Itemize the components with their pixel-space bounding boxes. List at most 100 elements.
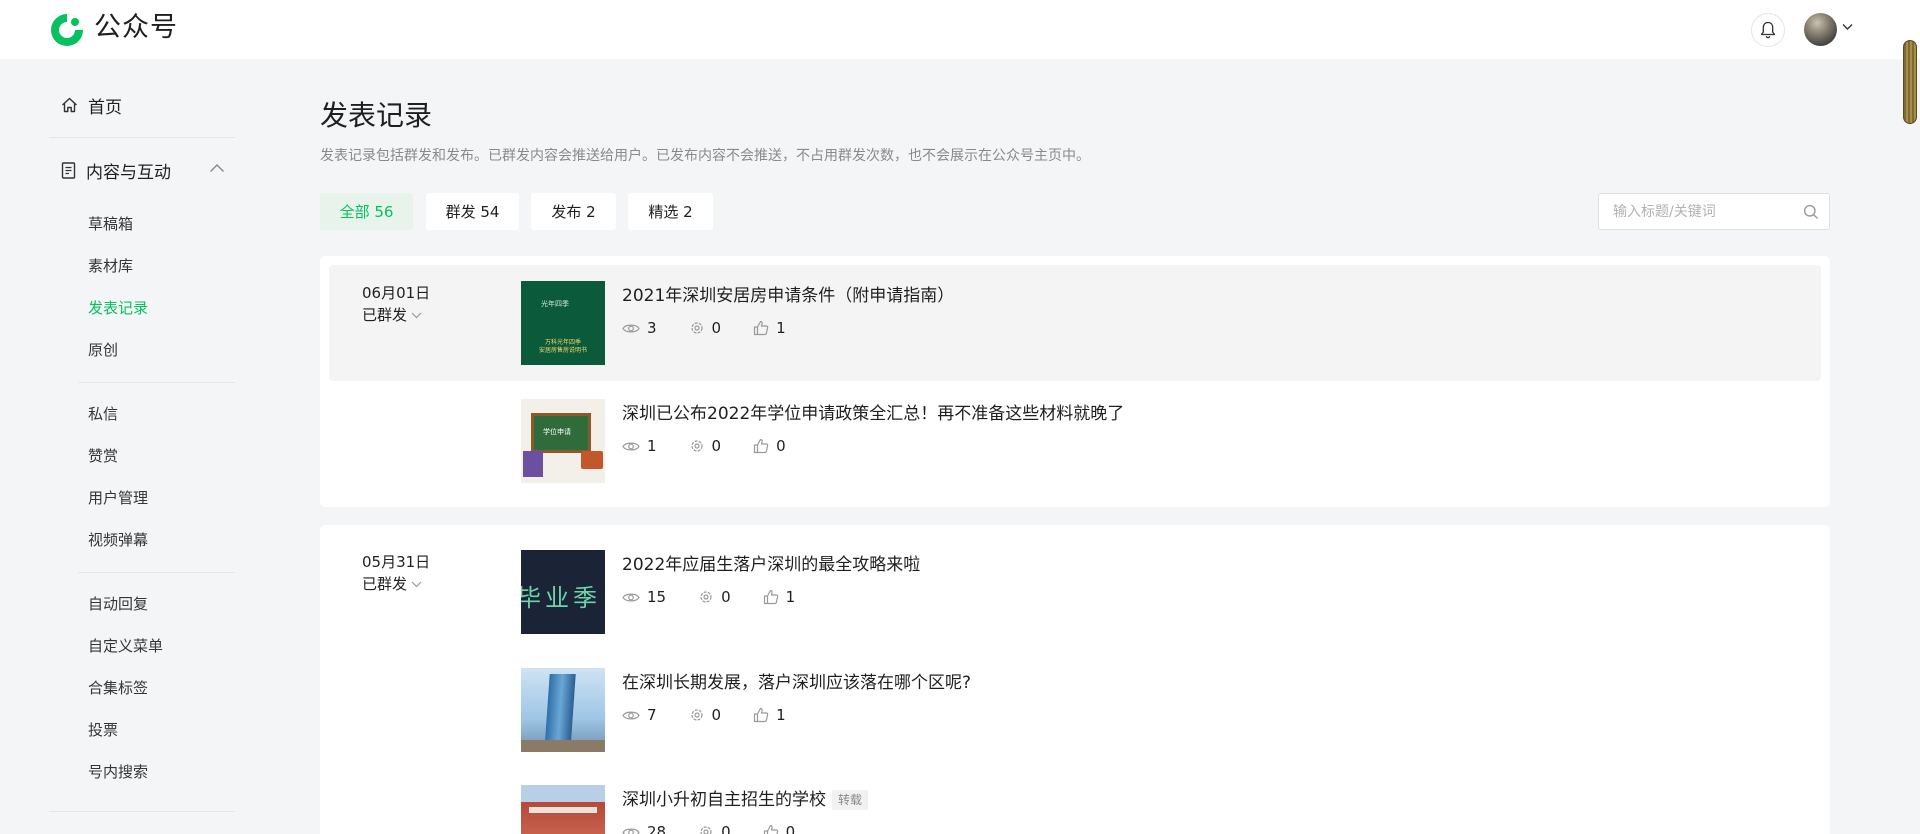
thumbs-up-icon xyxy=(763,589,778,605)
date-block: 06月01日 已群发 xyxy=(362,282,430,326)
chevron-down-icon xyxy=(411,312,422,318)
sidebar-item-custom-menu[interactable]: 自定义菜单 xyxy=(88,631,163,661)
divider xyxy=(78,382,235,383)
thumbs-up-icon xyxy=(753,438,769,454)
views-stat: 7 xyxy=(622,706,657,724)
article-item[interactable]: 光年四季 万科光年四季 安居房售房说明书 2021年深圳安居房申请条件（附申请指… xyxy=(521,281,1721,365)
eye-icon xyxy=(622,711,640,719)
views-stat: 28 xyxy=(622,823,666,834)
top-header: 公众号 xyxy=(0,0,1920,59)
document-icon xyxy=(61,161,76,179)
shares-stat: 0 xyxy=(698,588,731,606)
sidebar-item-rewards[interactable]: 赞赏 xyxy=(88,441,118,471)
sidebar-item-collection-tags[interactable]: 合集标签 xyxy=(88,673,148,703)
eye-icon xyxy=(622,593,640,601)
eye-icon xyxy=(622,442,640,450)
shares-stat: 0 xyxy=(689,319,721,337)
article-stats: 7 0 1 xyxy=(622,706,818,724)
article-item[interactable]: 深圳小升初自主招生的学校 转载 28 0 0 xyxy=(521,785,1721,834)
article-item[interactable]: 在深圳长期发展，落户深圳应该落在哪个区呢? 7 0 1 xyxy=(521,668,1721,752)
thumbs-up-icon xyxy=(763,824,778,834)
page-title: 发表记录 xyxy=(320,99,433,132)
brand-title[interactable]: 公众号 xyxy=(94,10,178,46)
publish-status: 已群发 xyxy=(362,575,408,593)
sidebar-group-label: 内容与互动 xyxy=(86,162,171,183)
likes-stat: 1 xyxy=(753,706,786,724)
article-thumbnail[interactable]: 学位申请 xyxy=(521,399,605,483)
publish-group-card: 06月01日 已群发 光年四季 万科光年四季 安居房售房说明书 2021年深圳安… xyxy=(320,256,1830,507)
wechat-logo-icon[interactable] xyxy=(49,12,85,48)
sidebar-group-content[interactable]: 内容与互动 xyxy=(49,152,235,188)
tab-all[interactable]: 全部 56 xyxy=(320,193,413,230)
sidebar-item-auto-reply[interactable]: 自动回复 xyxy=(88,589,148,619)
tab-publish[interactable]: 发布 2 xyxy=(531,193,616,230)
sidebar-item-messages[interactable]: 私信 xyxy=(88,399,118,429)
shares-stat: 0 xyxy=(689,437,721,455)
chevron-down-icon[interactable] xyxy=(1842,23,1853,31)
thumbs-up-icon xyxy=(753,320,769,336)
tab-mass-send[interactable]: 群发 54 xyxy=(426,193,519,230)
chevron-up-icon[interactable] xyxy=(209,163,225,173)
share-icon xyxy=(700,591,712,603)
shares-stat: 0 xyxy=(689,706,721,724)
article-thumbnail[interactable] xyxy=(521,785,605,834)
sidebar-item-vote[interactable]: 投票 xyxy=(88,715,118,745)
share-icon xyxy=(690,709,703,721)
date-block: 05月31日 已群发 xyxy=(362,551,430,595)
article-title[interactable]: 深圳小升初自主招生的学校 转载 xyxy=(622,787,869,813)
repost-tag: 转载 xyxy=(832,790,869,810)
article-item[interactable]: 学位申请 深圳已公布2022年学位申请政策全汇总！再不准备这些材料就晚了 1 0… xyxy=(521,399,1721,483)
sidebar-item-label: 首页 xyxy=(88,97,122,118)
thumbs-up-icon xyxy=(753,707,769,723)
eye-icon xyxy=(622,324,640,332)
divider xyxy=(49,811,235,812)
sidebar-item-video-danmaku[interactable]: 视频弹幕 xyxy=(88,525,148,555)
sidebar-item-materials[interactable]: 素材库 xyxy=(88,251,133,281)
article-title[interactable]: 2021年深圳安居房申请条件（附申请指南） xyxy=(622,283,954,309)
thumbnail-caption: 毕业季 xyxy=(521,584,601,612)
likes-stat: 0 xyxy=(753,437,786,455)
status-dropdown[interactable]: 已群发 xyxy=(362,573,430,595)
search-box xyxy=(1598,193,1830,230)
views-stat: 1 xyxy=(622,437,657,455)
sidebar: 首页 内容与互动 草稿箱 素材库 发表记录 原创 私信 赞赏 用户管理 视频弹幕… xyxy=(49,59,235,834)
thumbnail-caption: 学位申请 xyxy=(543,428,571,436)
user-avatar[interactable] xyxy=(1804,13,1837,46)
likes-stat: 1 xyxy=(763,588,795,606)
sidebar-item-original[interactable]: 原创 xyxy=(88,335,118,365)
publish-status: 已群发 xyxy=(362,306,408,324)
article-item[interactable]: 毕业季 2022年应届生落户深圳的最全攻略来啦 15 0 1 xyxy=(521,550,1721,634)
views-stat: 3 xyxy=(622,319,657,337)
article-title[interactable]: 在深圳长期发展，落户深圳应该落在哪个区呢? xyxy=(622,670,971,696)
scrollbar-thumb[interactable] xyxy=(1903,40,1917,124)
article-thumbnail[interactable]: 光年四季 万科光年四季 安居房售房说明书 xyxy=(521,281,605,365)
notification-button[interactable] xyxy=(1751,13,1785,47)
search-icon[interactable] xyxy=(1803,204,1819,220)
share-icon xyxy=(690,440,703,452)
publish-group-card: 05月31日 已群发 毕业季 2022年应届生落户深圳的最全攻略来啦 15 0 … xyxy=(320,525,1830,834)
publish-date: 06月01日 xyxy=(362,284,431,302)
divider xyxy=(49,137,235,138)
share-icon xyxy=(700,826,712,834)
sidebar-item-user-management[interactable]: 用户管理 xyxy=(88,483,148,513)
publish-date: 05月31日 xyxy=(362,553,431,571)
article-thumbnail[interactable] xyxy=(521,668,605,752)
sidebar-item-publish-records[interactable]: 发表记录 xyxy=(88,293,148,323)
views-stat: 15 xyxy=(622,588,666,606)
article-title[interactable]: 2022年应届生落户深圳的最全攻略来啦 xyxy=(622,552,920,578)
sidebar-item-home[interactable]: 首页 xyxy=(49,87,235,123)
likes-stat: 1 xyxy=(753,319,786,337)
article-title[interactable]: 深圳已公布2022年学位申请政策全汇总！再不准备这些材料就晚了 xyxy=(622,401,1124,427)
bell-icon xyxy=(1760,21,1776,39)
sidebar-item-in-account-search[interactable]: 号内搜索 xyxy=(88,757,148,787)
divider xyxy=(78,572,235,573)
page-description: 发表记录包括群发和发布。已群发内容会推送给用户。已发布内容不会推送，不占用群发次… xyxy=(320,148,1090,164)
search-input[interactable] xyxy=(1613,202,1793,222)
shares-stat: 0 xyxy=(698,823,731,834)
status-dropdown[interactable]: 已群发 xyxy=(362,304,430,326)
thumbnail-caption: 光年四季 xyxy=(541,300,569,308)
sidebar-item-drafts[interactable]: 草稿箱 xyxy=(88,209,133,239)
home-icon xyxy=(62,97,77,113)
article-thumbnail[interactable]: 毕业季 xyxy=(521,550,605,634)
tab-featured[interactable]: 精选 2 xyxy=(628,193,713,230)
